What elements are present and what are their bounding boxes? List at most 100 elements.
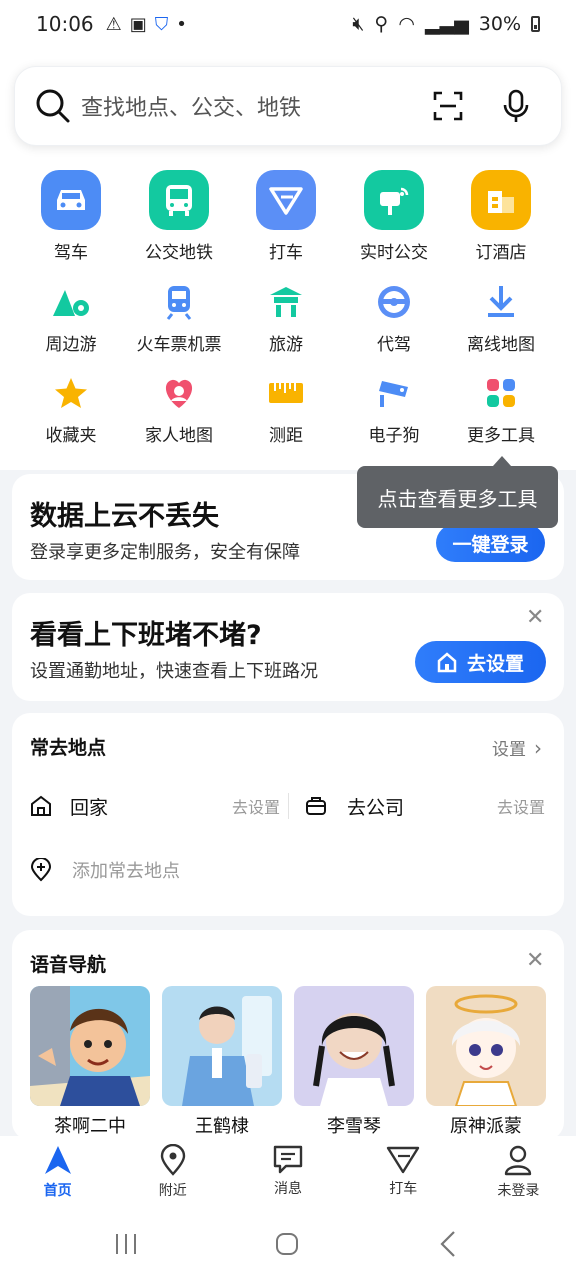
chevron-right-icon: › (534, 735, 542, 760)
status-time: 10:06 (36, 12, 94, 36)
voice-image (162, 986, 282, 1106)
more-tools-tooltip[interactable]: 点击查看更多工具 (357, 456, 558, 528)
add-location-icon (30, 858, 52, 882)
bottom-nav: 首页 附近 消息 打车 未登录 (0, 1136, 576, 1216)
add-place-entry[interactable]: 添加常去地点 (30, 857, 180, 883)
steering-wheel-icon (374, 282, 414, 322)
grid-item-measure[interactable]: 测距 (231, 373, 341, 446)
grid-item-more-tools[interactable]: 更多工具 (446, 373, 556, 446)
home-set-link[interactable]: 去设置 (232, 794, 280, 818)
commute-card: 看看上下班堵不堵? 设置通勤地址，快速查看上下班路况 ✕ 去设置 (12, 593, 564, 701)
nav-profile[interactable]: 未登录 (461, 1136, 576, 1216)
home-building-icon (437, 652, 457, 673)
divider (288, 793, 289, 819)
taxi-nav-icon (387, 1146, 420, 1174)
work-set-link[interactable]: 去设置 (497, 794, 545, 818)
location-icon: ⚲ (374, 13, 389, 35)
star-icon (51, 373, 91, 413)
frequent-places-card: 常去地点 设置 › 回家 去设置 去公司 去设置 添加常去地点 (12, 713, 564, 916)
download-icon (481, 282, 521, 322)
cloud-subtitle: 登录享更多定制服务，安全有保障 (30, 542, 300, 563)
status-bar: 10:06 ⚠ ▣ ⛉ • 🔇︎ ⚲ ◠ ▂▃▅ 30% (0, 0, 576, 48)
more-tools-icon (481, 373, 521, 413)
scan-icon[interactable] (433, 91, 463, 121)
grid-item-realtime-bus[interactable]: 实时公交 (339, 170, 449, 263)
battery-text: 30% (478, 13, 521, 35)
grid-row-2: 周边游 火车票机票 旅游 代驾 离线地图 (0, 282, 576, 372)
microphone-icon[interactable] (503, 89, 529, 123)
grid-item-transit[interactable]: 公交地铁 (124, 170, 234, 263)
grid-item-offline-map[interactable]: 离线地图 (446, 282, 556, 355)
family-map-icon (159, 373, 199, 413)
taxi-icon (256, 170, 316, 230)
frequent-settings-link[interactable]: 设置 › (492, 735, 542, 761)
cloud-title: 数据上云不丢失 (30, 501, 219, 532)
user-icon (505, 1145, 532, 1176)
mute-icon: 🔇︎ (352, 13, 365, 35)
ruler-icon (266, 373, 306, 413)
grid-row-3: 收藏夹 家人地图 测距 电子狗 更多工具 (0, 373, 576, 463)
voice-title: 语音导航 (30, 954, 107, 976)
voice-item[interactable]: 王鹤棣 (162, 986, 282, 1138)
signal-icon: ▂▃▅ (424, 13, 469, 35)
grid-item-taxi[interactable]: 打车 (231, 170, 341, 263)
grid-item-speed-camera[interactable]: 电子狗 (339, 373, 449, 446)
nav-messages[interactable]: 消息 (230, 1136, 345, 1216)
one-click-login-button[interactable]: 一键登录 (436, 524, 545, 562)
nav-taxi[interactable]: 打车 (346, 1136, 461, 1216)
voice-nav-card: 语音导航 ✕ 茶啊二中 王鹤棣 李雪琴 原神派蒙 (12, 930, 564, 1140)
recent-apps-icon[interactable] (114, 1232, 138, 1256)
system-nav-bar (0, 1216, 576, 1280)
battery-icon (531, 16, 540, 32)
grid-item-family-map[interactable]: 家人地图 (124, 373, 234, 446)
voice-image (294, 986, 414, 1106)
voice-item[interactable]: 原神派蒙 (426, 986, 546, 1138)
home-arrow-icon (44, 1146, 71, 1174)
dot-icon: • (176, 13, 187, 35)
go-set-button[interactable]: 去设置 (415, 641, 546, 683)
travel-icon (266, 282, 306, 322)
nearby-tour-icon (51, 282, 91, 322)
voice-image (426, 986, 546, 1106)
gallery-icon: ▣ (129, 13, 147, 35)
shield-icon: ⛉ (154, 13, 169, 35)
close-icon[interactable]: ✕ (526, 948, 544, 973)
frequent-title: 常去地点 (30, 737, 107, 759)
nav-home[interactable]: 首页 (0, 1136, 115, 1216)
voice-image (30, 986, 150, 1106)
voice-item[interactable]: 李雪琴 (294, 986, 414, 1138)
warning-icon: ⚠ (105, 13, 122, 35)
home-button-icon[interactable] (275, 1232, 299, 1256)
grid-item-favorites[interactable]: 收藏夹 (16, 373, 126, 446)
hotel-icon (471, 170, 531, 230)
car-icon (41, 170, 101, 230)
grid-item-designated-driver[interactable]: 代驾 (339, 282, 449, 355)
search-icon (36, 89, 70, 123)
go-set-label: 去设置 (466, 652, 524, 675)
close-icon[interactable]: ✕ (526, 605, 544, 630)
grid-row-1: 驾车 公交地铁 打车 实时公交 订酒店 (0, 170, 576, 263)
bus-icon (149, 170, 209, 230)
back-icon[interactable] (438, 1230, 458, 1258)
search-bar[interactable]: 查找地点、公交、地铁 (14, 66, 562, 146)
grid-item-hotel[interactable]: 订酒店 (446, 170, 556, 263)
home-icon (31, 795, 51, 816)
wifi-icon: ◠ (398, 13, 415, 35)
voice-item[interactable]: 茶啊二中 (30, 986, 150, 1138)
train-icon (159, 282, 199, 322)
search-input[interactable]: 查找地点、公交、地铁 (81, 90, 433, 122)
commute-subtitle: 设置通勤地址，快速查看上下班路况 (30, 661, 318, 682)
home-entry[interactable]: 回家 去设置 (30, 791, 280, 821)
location-pin-icon (160, 1144, 185, 1176)
grid-item-travel[interactable]: 旅游 (231, 282, 341, 355)
realtime-bus-icon (364, 170, 424, 230)
work-entry[interactable]: 去公司 去设置 (305, 791, 545, 821)
grid-item-train[interactable]: 火车票机票 (124, 282, 234, 355)
briefcase-icon (306, 797, 326, 815)
commute-title: 看看上下班堵不堵? (30, 620, 262, 651)
camera-icon (374, 373, 414, 413)
nav-nearby[interactable]: 附近 (115, 1136, 230, 1216)
grid-item-drive[interactable]: 驾车 (16, 170, 126, 263)
message-icon (273, 1145, 303, 1174)
grid-item-nearby-tour[interactable]: 周边游 (16, 282, 126, 355)
